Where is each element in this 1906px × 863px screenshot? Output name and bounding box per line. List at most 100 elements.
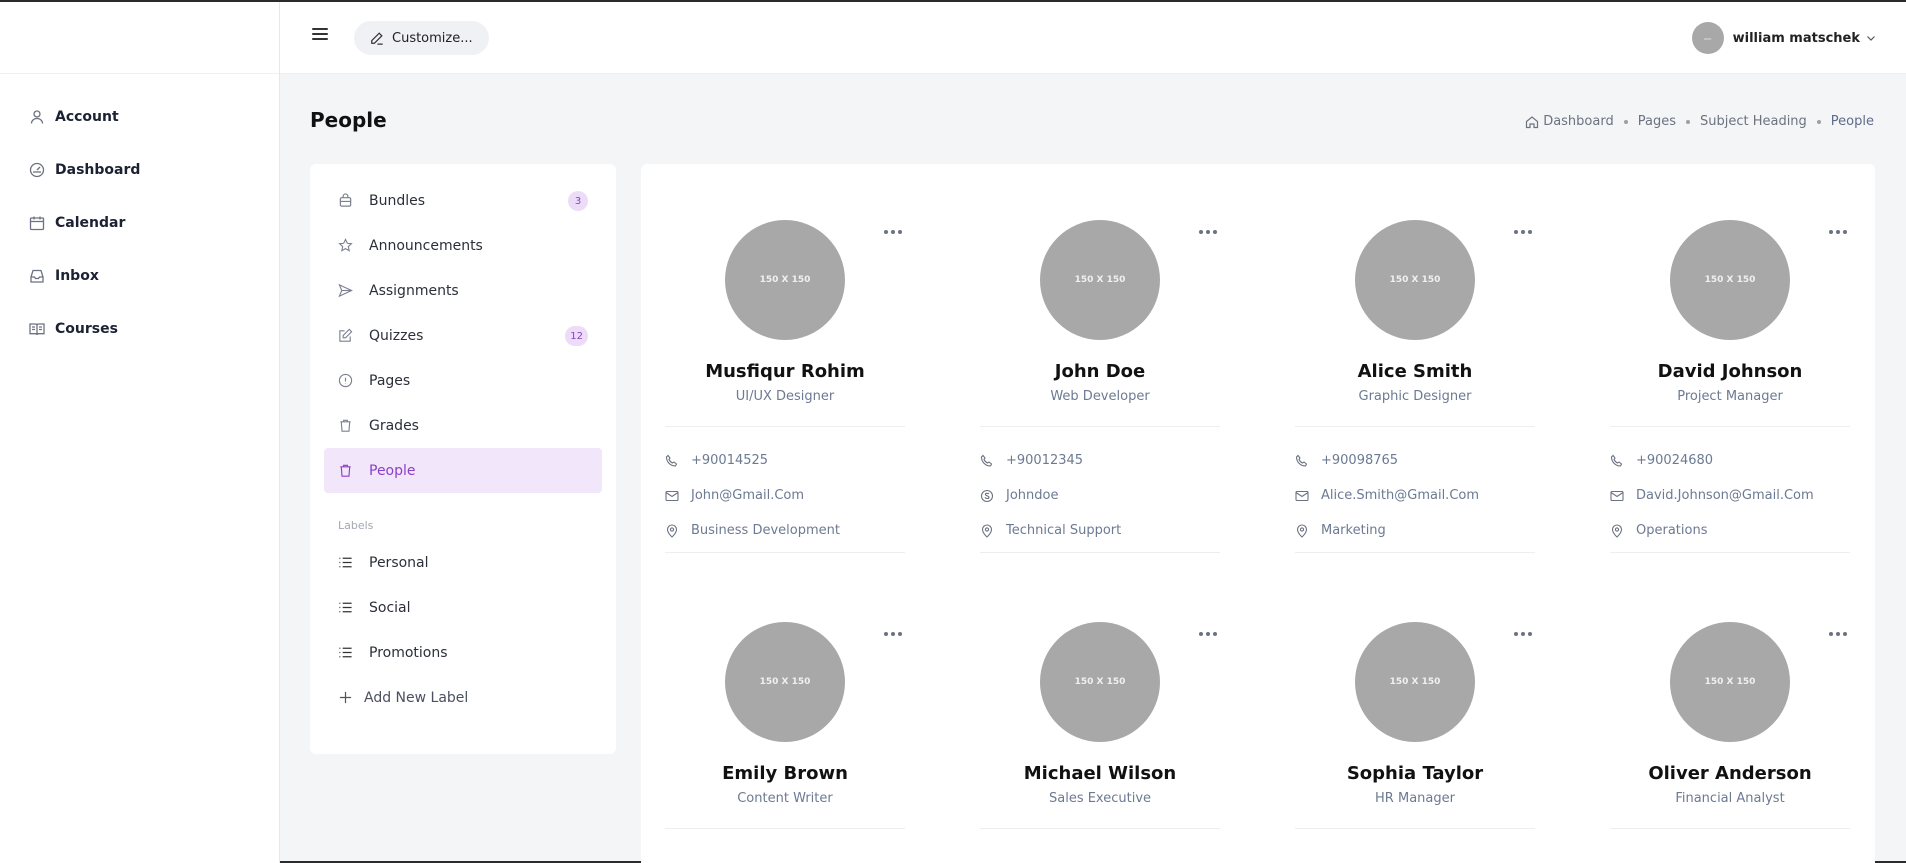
more-options-icon[interactable] — [1826, 220, 1850, 244]
more-options-icon[interactable] — [881, 622, 905, 646]
panel-item-assignments[interactable]: Assignments — [324, 268, 602, 313]
user-name: william matschek — [1732, 30, 1860, 46]
menu-toggle-icon[interactable] — [312, 28, 328, 42]
person-role: Financial Analyst — [1675, 791, 1785, 806]
email-text[interactable]: David.Johnson@Gmail.Com — [1636, 488, 1814, 503]
panel-item-label: Grades — [369, 417, 419, 434]
panel-item-grades[interactable]: Grades — [324, 403, 602, 448]
sidebar-item-inbox[interactable]: Inbox — [0, 249, 279, 302]
email-row: John@Gmail.Com — [665, 478, 905, 513]
person-photo: 150 X 150 — [1040, 622, 1160, 742]
inbox-icon — [29, 268, 45, 284]
department-row: Marketing — [1295, 513, 1535, 548]
send-icon — [338, 283, 353, 298]
skype-icon — [980, 489, 994, 503]
edit-icon — [338, 328, 353, 343]
count-badge: 3 — [568, 191, 588, 211]
phone-text: +90014525 — [691, 453, 769, 468]
more-options-icon[interactable] — [1511, 220, 1535, 244]
sidebar-item-calendar[interactable]: Calendar — [0, 196, 279, 249]
person-card: 150 X 150 Alice Smith Graphic Designer +… — [1295, 220, 1535, 553]
breadcrumb-dashboard[interactable]: Dashboard — [1525, 114, 1614, 129]
divider — [665, 552, 905, 553]
sidebar: Account Dashboard Calendar Inbox Courses — [0, 2, 280, 863]
customize-button[interactable]: Customize... — [354, 21, 489, 55]
divider — [665, 426, 905, 427]
phone-text: +90012345 — [1006, 453, 1084, 468]
location-pin-icon — [980, 523, 994, 538]
person-role: Graphic Designer — [1358, 389, 1472, 404]
divider — [1295, 426, 1535, 427]
star-icon — [338, 238, 353, 253]
more-options-icon[interactable] — [1826, 622, 1850, 646]
department-row: Technical Support — [980, 513, 1220, 548]
sidebar-item-courses[interactable]: Courses — [0, 302, 279, 355]
department-row: Business Development — [665, 513, 905, 548]
person-card: 150 X 150 Michael Wilson Sales Executive — [980, 622, 1220, 829]
breadcrumb-label: Dashboard — [1543, 114, 1614, 129]
label-item-text: Personal — [369, 554, 429, 571]
email-row: David.Johnson@Gmail.Com — [1610, 478, 1850, 513]
phone-text: +90098765 — [1321, 453, 1399, 468]
department-text: Technical Support — [1006, 523, 1122, 538]
person-role: Content Writer — [737, 791, 833, 806]
sidebar-nav: Account Dashboard Calendar Inbox Courses — [0, 74, 279, 355]
breadcrumb-separator — [1623, 119, 1628, 124]
people-grid: 150 X 150 Musfiqur Rohim UI/UX Designer … — [641, 164, 1875, 863]
category-panel: Bundles 3 Announcements Assignments Quiz… — [310, 164, 616, 754]
home-icon — [1525, 115, 1539, 129]
person-card: 150 X 150 Sophia Taylor HR Manager — [1295, 622, 1535, 829]
label-item-personal[interactable]: Personal — [324, 540, 602, 585]
mail-icon — [1295, 489, 1309, 503]
phone-row: +90012345 — [980, 443, 1220, 478]
more-options-icon[interactable] — [881, 220, 905, 244]
pencil-icon — [370, 31, 384, 45]
phone-row: +90024680 — [1610, 443, 1850, 478]
email-text[interactable]: Alice.Smith@Gmail.Com — [1321, 488, 1479, 503]
panel-item-quizzes[interactable]: Quizzes 12 — [324, 313, 602, 358]
person-name: David Johnson — [1657, 361, 1803, 382]
department-text: Business Development — [691, 523, 840, 538]
panel-item-announcements[interactable]: Announcements — [324, 223, 602, 268]
person-role: Sales Executive — [1048, 791, 1152, 806]
email-text[interactable]: John@Gmail.Com — [691, 488, 804, 503]
sidebar-item-label: Calendar — [55, 214, 126, 231]
divider — [980, 828, 1220, 829]
label-item-promotions[interactable]: Promotions — [324, 630, 602, 675]
divider — [1610, 426, 1850, 427]
sidebar-item-dashboard[interactable]: Dashboard — [0, 143, 279, 196]
sidebar-item-label: Courses — [55, 320, 118, 337]
list-icon — [338, 645, 353, 660]
panel-item-bundles[interactable]: Bundles 3 — [324, 178, 602, 223]
department-text: Marketing — [1321, 523, 1386, 538]
panel-item-people[interactable]: People — [324, 448, 602, 493]
panel-item-label: Pages — [369, 372, 411, 389]
person-photo: 150 X 150 — [725, 622, 845, 742]
skype-text[interactable]: Johndoe — [1006, 488, 1058, 503]
person-card: 150 X 150 Oliver Anderson Financial Anal… — [1610, 622, 1850, 829]
person-photo: 150 X 150 — [725, 220, 845, 340]
labels-heading: Labels — [338, 519, 374, 532]
breadcrumb-pages[interactable]: Pages — [1638, 114, 1676, 129]
label-item-social[interactable]: Social — [324, 585, 602, 630]
breadcrumb-subject-heading[interactable]: Subject Heading — [1700, 114, 1807, 129]
breadcrumb-separator — [1816, 119, 1821, 124]
divider — [1295, 828, 1535, 829]
add-label-text: Add New Label — [364, 689, 469, 706]
add-new-label-button[interactable]: Add New Label — [324, 675, 602, 720]
more-options-icon[interactable] — [1511, 622, 1535, 646]
page-title: People — [310, 108, 387, 132]
person-card: 150 X 150 Emily Brown Content Writer — [665, 622, 905, 829]
person-card: 150 X 150 John Doe Web Developer +900123… — [980, 220, 1220, 553]
more-options-icon[interactable] — [1196, 622, 1220, 646]
divider — [980, 552, 1220, 553]
department-row: Operations — [1610, 513, 1850, 548]
user-menu[interactable]: — william matschek — [1691, 22, 1876, 54]
panel-item-pages[interactable]: Pages — [324, 358, 602, 403]
more-options-icon[interactable] — [1196, 220, 1220, 244]
trash-icon — [338, 418, 353, 433]
person-photo: 150 X 150 — [1355, 220, 1475, 340]
sidebar-item-label: Inbox — [55, 267, 99, 284]
sidebar-item-account[interactable]: Account — [0, 90, 279, 143]
divider — [1610, 552, 1850, 553]
